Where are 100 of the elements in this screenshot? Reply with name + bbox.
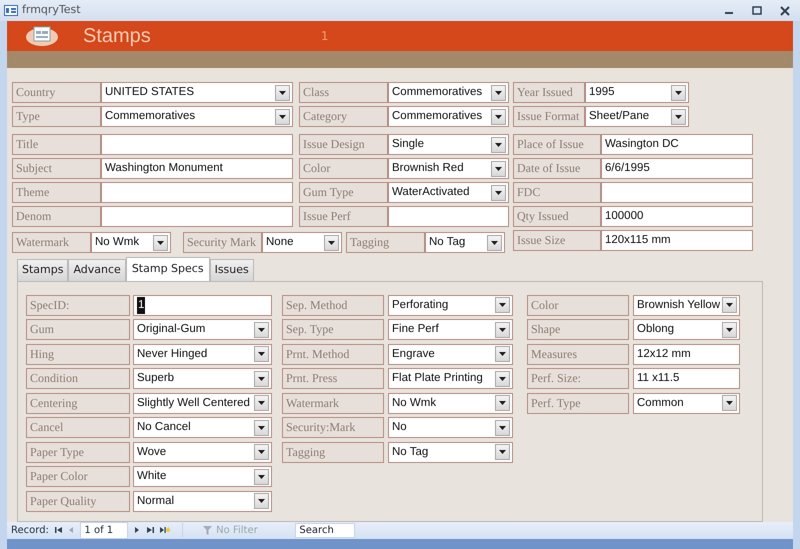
dropdown-field[interactable]: WaterActivated <box>388 182 509 204</box>
dropdown-field[interactable]: Engrave <box>388 344 513 365</box>
dropdown-button[interactable] <box>495 322 510 338</box>
dropdown-button[interactable] <box>153 234 168 251</box>
dropdown-button[interactable] <box>324 234 339 251</box>
next-record-icon[interactable] <box>134 526 140 534</box>
last-record-icon[interactable] <box>146 526 154 534</box>
dropdown-button[interactable] <box>491 184 506 201</box>
dropdown-button[interactable] <box>254 370 269 387</box>
dropdown-field[interactable]: No Tag <box>425 232 505 254</box>
dropdown-field[interactable]: None <box>262 232 342 254</box>
caret-icon <box>279 114 286 119</box>
dropdown-button[interactable] <box>495 444 510 460</box>
caret-icon <box>495 166 502 171</box>
dropdown-button[interactable] <box>254 322 269 338</box>
search-field[interactable]: Search <box>295 522 356 538</box>
first-record-icon[interactable] <box>54 526 63 534</box>
text-field[interactable]: 100000 <box>601 206 753 228</box>
dropdown-button[interactable] <box>495 420 510 436</box>
dropdown-field[interactable]: No Wmk <box>91 232 171 254</box>
dropdown-field[interactable]: No Cancel <box>133 417 272 438</box>
dropdown-field[interactable]: Oblong <box>633 319 740 340</box>
field-label: Centering <box>26 392 130 414</box>
text-field[interactable] <box>388 206 509 228</box>
dropdown-button[interactable] <box>671 108 686 125</box>
dropdown-field[interactable]: No Wmk <box>388 392 513 414</box>
text-field[interactable]: 1 <box>133 294 272 316</box>
record-position-field[interactable]: 1 of 1 <box>80 522 128 539</box>
dropdown-button[interactable] <box>254 420 269 436</box>
dropdown-field[interactable]: Common <box>633 392 740 414</box>
dropdown-field[interactable]: Single <box>388 134 509 156</box>
dropdown-button[interactable] <box>254 395 269 412</box>
dropdown-button[interactable] <box>491 108 506 125</box>
tab[interactable]: Issues <box>210 259 254 281</box>
dropdown-button[interactable] <box>491 136 506 153</box>
field-label: Prnt. Press <box>282 368 384 390</box>
new-record-icon[interactable] <box>159 526 170 534</box>
close-icon[interactable] <box>780 6 790 16</box>
text-field[interactable]: 11 x11.5 <box>633 368 740 390</box>
dropdown-button[interactable] <box>495 346 510 362</box>
dropdown-button[interactable] <box>275 84 290 101</box>
dropdown-button[interactable] <box>254 468 269 485</box>
dropdown-field[interactable]: Brownish Red <box>388 158 509 180</box>
caret-icon <box>726 303 733 308</box>
dropdown-field[interactable]: Never Hinged <box>133 344 272 365</box>
dropdown-button[interactable] <box>495 297 510 314</box>
dropdown-field[interactable]: No <box>388 417 513 438</box>
maximize-icon[interactable] <box>752 6 762 16</box>
dropdown-field[interactable]: Commemoratives <box>101 106 293 128</box>
field-label: Watermark <box>282 392 384 414</box>
text-field[interactable]: 6/6/1995 <box>601 158 753 180</box>
dropdown-button[interactable] <box>254 346 269 362</box>
dropdown-field[interactable]: Brownish Yellow <box>633 294 740 316</box>
dropdown-field[interactable]: UNITED STATES <box>101 82 293 104</box>
text-field[interactable] <box>101 134 293 156</box>
text-field[interactable]: Wasington DC <box>601 134 753 156</box>
dropdown-button[interactable] <box>722 297 737 314</box>
dropdown-button[interactable] <box>491 160 506 177</box>
dropdown-field[interactable]: No Tag <box>388 442 513 463</box>
dropdown-button[interactable] <box>487 234 502 251</box>
dropdown-field[interactable]: Wove <box>133 442 272 463</box>
dropdown-button[interactable] <box>275 108 290 125</box>
dropdown-field[interactable]: Commemoratives <box>388 106 509 128</box>
text-field[interactable] <box>601 182 753 204</box>
text-field[interactable] <box>101 206 293 228</box>
dropdown-button[interactable] <box>491 84 506 101</box>
field-label: Prnt. Method <box>282 344 384 365</box>
dropdown-button[interactable] <box>254 444 269 460</box>
dropdown-field[interactable]: 1995 <box>585 82 689 104</box>
dropdown-button[interactable] <box>254 493 269 510</box>
dropdown-field[interactable]: Slightly Well Centered <box>133 392 272 414</box>
text-field[interactable]: Washington Monument <box>101 158 293 180</box>
dropdown-field[interactable]: White <box>133 466 272 488</box>
text-field[interactable]: 120x115 mm <box>601 230 753 252</box>
tab[interactable]: Stamp Specs <box>126 257 210 281</box>
tab[interactable]: Stamps <box>17 259 68 281</box>
dropdown-button[interactable] <box>495 370 510 387</box>
caret-icon <box>499 352 506 356</box>
field-label: Country <box>12 82 101 104</box>
text-field[interactable] <box>101 182 293 204</box>
tab[interactable]: Advance <box>68 259 126 281</box>
dropdown-field[interactable]: Normal <box>133 490 272 512</box>
dropdown-button[interactable] <box>722 395 737 412</box>
caret-icon <box>328 240 335 245</box>
dropdown-field[interactable]: Original-Gum <box>133 319 272 340</box>
text-field[interactable]: 12x12 mm <box>633 344 740 365</box>
dropdown-button[interactable] <box>671 84 686 101</box>
field-label: Category <box>299 106 388 128</box>
field-label: Cancel <box>26 417 130 438</box>
dropdown-button[interactable] <box>495 395 510 412</box>
caret-icon <box>491 240 498 245</box>
dropdown-button[interactable] <box>722 322 737 338</box>
dropdown-field[interactable]: Superb <box>133 368 272 390</box>
dropdown-field[interactable]: Sheet/Pane <box>585 106 689 128</box>
field-label: Perf. Type <box>527 392 629 414</box>
dropdown-field[interactable]: Flat Plate Printing <box>388 368 513 390</box>
dropdown-field[interactable]: Perforating <box>388 294 513 316</box>
field-label: Paper Type <box>26 442 130 463</box>
dropdown-field[interactable]: Fine Perf <box>388 319 513 340</box>
dropdown-field[interactable]: Commemoratives <box>388 82 509 104</box>
